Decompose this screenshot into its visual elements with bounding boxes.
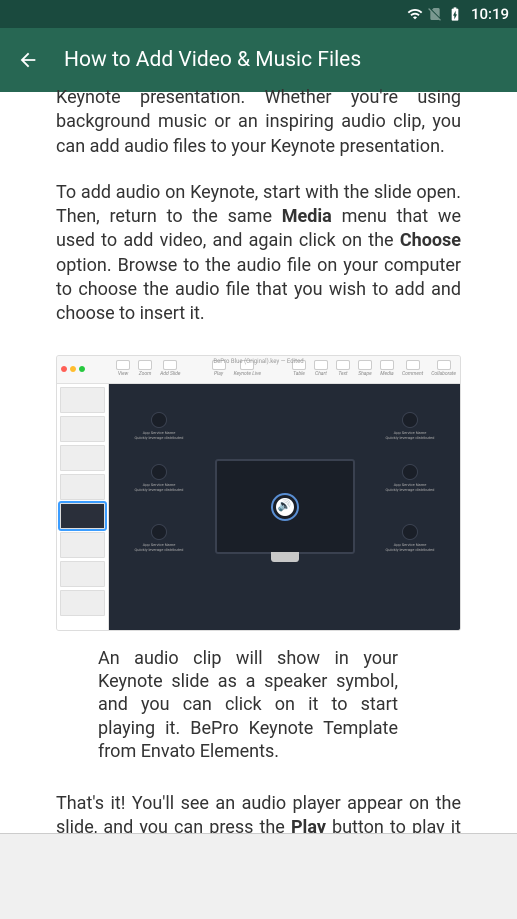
article-content: Keynote presentation. Whether you're usi…: [0, 86, 517, 889]
feature-icon: [402, 524, 418, 540]
no-sim-icon: [427, 6, 443, 22]
page-title: How to Add Video & Music Files: [64, 48, 361, 72]
feature-icon: [151, 412, 167, 428]
slide-thumb: [60, 474, 105, 500]
bold-media: Media: [282, 206, 332, 227]
feature-icon: [402, 412, 418, 428]
feature-icon: [402, 464, 418, 480]
feature-icon: [151, 464, 167, 480]
keynote-toolbar-left: View Zoom Add Slide: [116, 360, 180, 378]
slide-thumb: [60, 416, 105, 442]
monitor-graphic: 🔊: [215, 459, 355, 554]
slide-thumb: [60, 532, 105, 558]
maximize-dot-icon: [79, 366, 85, 372]
keynote-window-title: BePro Blue (Original).key — Edited: [213, 358, 303, 366]
keynote-slide-sidebar: [57, 384, 109, 630]
slide-thumb-selected: [60, 503, 105, 529]
window-traffic-lights: [61, 366, 85, 372]
slide-thumb: [60, 561, 105, 587]
figure-keynote-screenshot: BePro Blue (Original).key — Edited View …: [56, 355, 461, 764]
bottom-blank-area: [0, 834, 517, 919]
status-time: 10:19: [471, 5, 509, 23]
paragraph-intro: Keynote presentation. Whether you're usi…: [56, 86, 461, 159]
paragraph-instructions: To add audio on Keynote, start with the …: [56, 181, 461, 327]
wifi-icon: [407, 6, 423, 22]
feature-icon: [151, 524, 167, 540]
slide-thumb: [60, 387, 105, 413]
keynote-toolbar-right: Table Chart Text Shape Media Comment Col…: [292, 360, 456, 378]
status-bar: 10:19: [0, 0, 517, 28]
slide-thumb: [60, 445, 105, 471]
app-bar: How to Add Video & Music Files: [0, 28, 517, 92]
bold-choose: Choose: [400, 230, 461, 251]
keynote-window: BePro Blue (Original).key — Edited View …: [56, 355, 461, 631]
keynote-canvas: App Service NameQuickly leverage distrib…: [109, 384, 460, 630]
slide-thumb: [60, 590, 105, 616]
figure-caption: An audio clip will show in your Keynote …: [98, 647, 398, 764]
speaker-icon: 🔊: [271, 493, 299, 521]
close-dot-icon: [61, 366, 67, 372]
arrow-back-icon: [17, 49, 39, 71]
battery-charging-icon: [447, 6, 463, 22]
back-button[interactable]: [16, 48, 40, 72]
minimize-dot-icon: [70, 366, 76, 372]
monitor-stand: [271, 552, 299, 562]
keynote-body: App Service NameQuickly leverage distrib…: [57, 384, 460, 630]
